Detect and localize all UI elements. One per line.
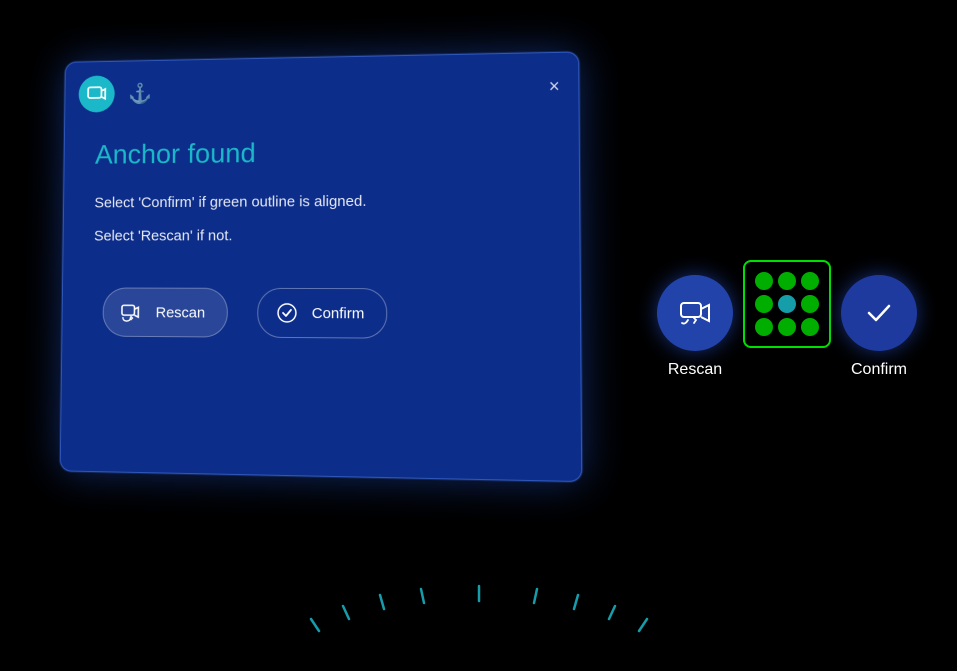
arc-decoration <box>229 511 729 641</box>
right-controls: Rescan Confirm <box>657 260 917 394</box>
confirm-label: Confirm <box>851 361 907 379</box>
close-button[interactable]: × <box>549 77 560 95</box>
dialog-panel: ⚓ × Anchor found Select 'Confirm' if gre… <box>60 51 583 482</box>
rescan-control: Rescan <box>657 275 733 379</box>
rescan-label: Rescan <box>668 361 722 379</box>
dialog-title-bar: ⚓ × <box>65 53 578 123</box>
grid-dot-8 <box>778 318 796 336</box>
rescan-circle-button[interactable] <box>657 275 733 351</box>
grid-dot-4 <box>755 295 773 313</box>
grid-dot-center <box>778 295 796 313</box>
grid-dot-1 <box>755 272 773 290</box>
dialog-message-2: Select 'Rescan' if not. <box>94 223 546 248</box>
confirm-button-dialog[interactable]: Confirm <box>257 288 388 339</box>
dialog-title-icons: ⚓ <box>78 75 152 113</box>
confirm-control: Confirm <box>841 275 917 379</box>
dialog-title: Anchor found <box>95 134 546 171</box>
app-icon <box>78 75 114 112</box>
confirm-check-icon <box>272 298 302 328</box>
grid-dot-7 <box>755 318 773 336</box>
grid-dot-6 <box>801 295 819 313</box>
dialog-message-1: Select 'Confirm' if green outline is ali… <box>94 189 546 216</box>
grid-dot-9 <box>801 318 819 336</box>
anchor-grid-icon <box>743 260 831 348</box>
confirm-button-label: Confirm <box>312 305 365 322</box>
rescan-button-label: Rescan <box>156 304 206 321</box>
confirm-circle-button[interactable] <box>841 275 917 351</box>
dialog-body: Anchor found Select 'Confirm' if green o… <box>62 115 580 365</box>
anchor-icon: ⚓ <box>128 81 152 106</box>
grid-dot-3 <box>801 272 819 290</box>
dialog-buttons: Rescan Confirm <box>93 288 547 340</box>
rescan-icon <box>117 297 146 327</box>
rescan-button-dialog[interactable]: Rescan <box>102 288 227 338</box>
grid-dot-2 <box>778 272 796 290</box>
